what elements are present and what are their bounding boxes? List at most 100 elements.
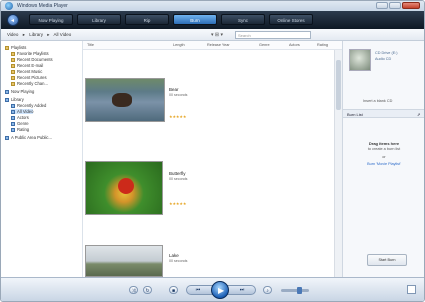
nav-item-library[interactable]: Library xyxy=(5,97,24,102)
nav-item-playlists[interactable]: Playlists xyxy=(5,45,26,50)
library-icon xyxy=(5,98,9,102)
repeat-button[interactable]: ↻ xyxy=(143,286,152,294)
previous-button[interactable]: ⏮ xyxy=(193,286,203,294)
nav-item-recent-documents[interactable]: Recent Documents xyxy=(11,57,53,62)
rating-stars[interactable]: ★★★★★ xyxy=(169,201,187,206)
video-list: Bear 00 seconds ★★★★★ Butterfly 00 secon… xyxy=(83,50,342,277)
folder-icon xyxy=(11,82,15,86)
disc-type: Audio CD xyxy=(375,57,392,61)
breadcrumb: Video ▸ Library ▸ All Video xyxy=(7,32,74,38)
folder-icon xyxy=(11,70,15,74)
maximize-button[interactable] xyxy=(389,2,401,9)
view-options-button[interactable]: ▾ ⊞ ▾ xyxy=(211,32,223,38)
video-title[interactable]: Butterfly xyxy=(169,171,186,176)
nav-tabs: Now Playing Library Rip Burn Sync Online… xyxy=(29,14,313,25)
nav-item-recent-music[interactable]: Recent Music xyxy=(11,69,42,74)
video-length: 00 seconds xyxy=(169,93,188,97)
folder-icon xyxy=(5,46,9,50)
nav-item-favorite-playlists[interactable]: Favorite Playlists xyxy=(11,51,49,56)
tab-sync[interactable]: Sync xyxy=(221,14,265,25)
video-thumbnail-butterfly[interactable] xyxy=(85,161,163,215)
video-length: 00 seconds xyxy=(169,177,188,181)
column-actors[interactable]: Actors xyxy=(289,43,300,47)
column-header: Title Length Release Year Genre Actors R… xyxy=(83,41,342,50)
start-burn-button[interactable]: Start Burn xyxy=(367,254,407,266)
window-title: Windows Media Player xyxy=(17,3,68,9)
scrollbar-thumb[interactable] xyxy=(336,60,341,110)
tab-now-playing[interactable]: Now Playing xyxy=(29,14,73,25)
burn-playlist-link[interactable]: Burn 'Movie Playlist' xyxy=(343,162,424,166)
navigation-bar: ◂ Now Playing Library Rip Burn Sync Onli… xyxy=(1,11,424,29)
burn-list-dropdown[interactable]: Burn List xyxy=(347,112,363,117)
back-button[interactable]: ◂ xyxy=(7,14,19,26)
drag-items-subtitle: to create a burn list xyxy=(367,147,401,151)
close-button[interactable] xyxy=(402,2,420,9)
column-title[interactable]: Title xyxy=(87,43,94,47)
player-controls-bar: ⤨ ↻ ■ ⏮ ▶ ⏭ ♪ xyxy=(1,277,424,301)
nav-item-all-video[interactable]: All Video xyxy=(11,109,34,114)
disc-icon xyxy=(349,49,371,71)
nav-item-rating[interactable]: Rating xyxy=(11,127,29,132)
volume-knob[interactable] xyxy=(297,287,302,294)
video-title[interactable]: Lake xyxy=(169,253,179,258)
folder-icon xyxy=(11,64,15,68)
switch-to-now-playing-button[interactable] xyxy=(407,285,416,294)
title-bar: Windows Media Player xyxy=(1,1,424,11)
nav-item-recently-changed[interactable]: Recently Chan... xyxy=(11,81,48,86)
folder-icon xyxy=(11,52,15,56)
back-arrow-icon: ◂ xyxy=(11,18,15,24)
shuffle-button[interactable]: ⤨ xyxy=(129,286,138,294)
next-button[interactable]: ⏭ xyxy=(237,286,247,294)
tab-rip[interactable]: Rip xyxy=(125,14,169,25)
nav-item-recently-added[interactable]: Recently Added xyxy=(11,103,46,108)
bear-figure xyxy=(112,93,132,107)
column-length[interactable]: Length xyxy=(173,43,185,47)
folder-icon xyxy=(11,76,15,80)
breadcrumb-video[interactable]: Video xyxy=(7,32,18,37)
mute-button[interactable]: ♪ xyxy=(263,286,272,294)
volume-slider[interactable] xyxy=(281,287,309,294)
video-thumbnail-bear[interactable] xyxy=(85,78,165,122)
rating-icon xyxy=(11,128,15,132)
media-player-icon xyxy=(5,2,13,10)
actors-icon xyxy=(11,116,15,120)
stop-button[interactable]: ■ xyxy=(169,286,178,294)
nav-item-public-area[interactable]: A Public Area Public... xyxy=(5,135,52,140)
list-options-icon[interactable]: ⇗ xyxy=(417,112,420,117)
tab-burn[interactable]: Burn xyxy=(173,14,217,25)
column-genre[interactable]: Genre xyxy=(259,43,270,47)
breadcrumb-all-video[interactable]: All Video xyxy=(54,32,72,37)
column-release-year[interactable]: Release Year xyxy=(207,43,230,47)
now-playing-icon xyxy=(5,90,9,94)
drive-name: CD Drive (E:) xyxy=(375,51,398,55)
vertical-scrollbar[interactable] xyxy=(334,50,342,277)
tab-online-stores[interactable]: Online Stores xyxy=(269,14,313,25)
play-icon: ▶ xyxy=(218,286,225,295)
genre-icon xyxy=(11,122,15,126)
column-rating[interactable]: Rating xyxy=(317,43,328,47)
nav-item-recent-pictures[interactable]: Recent Pictures xyxy=(11,75,47,80)
nav-item-now-playing[interactable]: Now Playing xyxy=(5,89,34,94)
play-button[interactable]: ▶ xyxy=(211,281,229,299)
or-label: or xyxy=(382,155,386,159)
list-pane-header xyxy=(342,29,424,41)
butterfly-figure xyxy=(118,178,134,194)
burn-list-pane: CD Drive (E:) Audio CD Insert a blank CD… xyxy=(342,41,424,277)
shared-library-icon xyxy=(5,136,9,140)
list-options-bar: Burn List ⇗ xyxy=(343,109,424,118)
drag-items-title: Drag items here xyxy=(368,141,400,146)
breadcrumb-library[interactable]: Library xyxy=(29,32,43,37)
breadcrumb-separator: ▸ xyxy=(22,32,25,37)
rating-stars[interactable]: ★★★★★ xyxy=(169,114,187,119)
nav-item-actors[interactable]: Actors xyxy=(11,115,29,120)
video-title[interactable]: Bear xyxy=(169,87,179,92)
search-input[interactable]: Search xyxy=(235,31,311,39)
tab-library[interactable]: Library xyxy=(77,14,121,25)
video-thumbnail-lake[interactable] xyxy=(85,245,163,277)
window-controls xyxy=(376,2,420,9)
minimize-button[interactable] xyxy=(376,2,388,9)
folder-icon xyxy=(11,58,15,62)
nav-item-recent-email[interactable]: Recent E-mail xyxy=(11,63,43,68)
navigation-pane: Playlists Favorite Playlists Recent Docu… xyxy=(1,41,83,277)
nav-item-genre[interactable]: Genre xyxy=(11,121,29,126)
